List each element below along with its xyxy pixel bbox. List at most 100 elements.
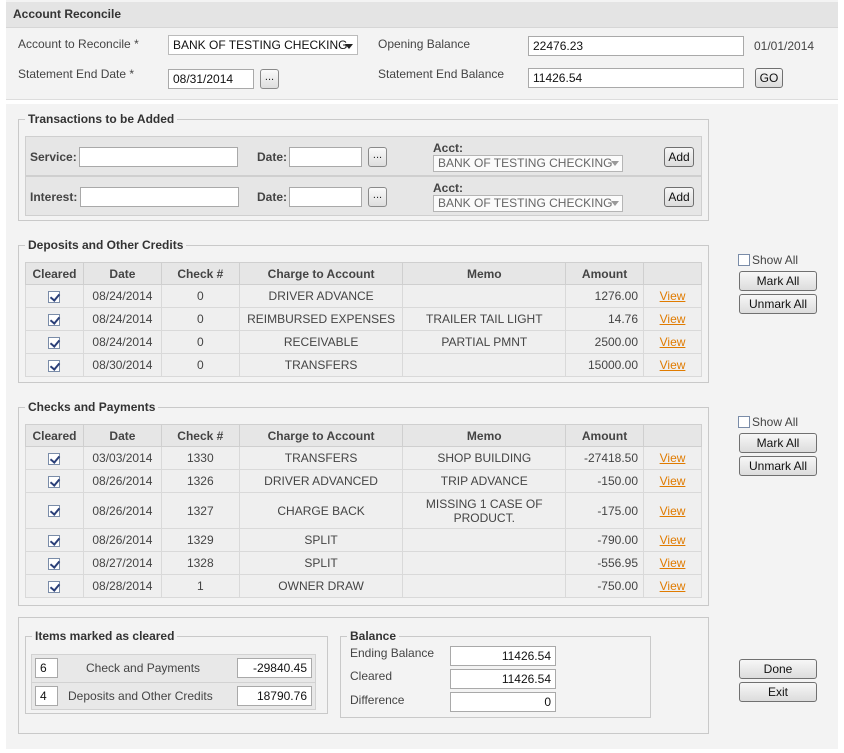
divider (31, 682, 316, 683)
checks-show-all-checkbox[interactable]: Show All (738, 415, 798, 429)
checks-mark-all-button[interactable]: Mark All (739, 433, 817, 453)
opening-balance-label: Opening Balance (378, 37, 471, 51)
column-header (643, 424, 702, 447)
done-button[interactable]: Done (739, 659, 817, 679)
amount-cell: -750.00 (565, 574, 645, 598)
cleared-legend: Items marked as cleared (32, 629, 178, 643)
check-number-cell: 0 (160, 284, 240, 308)
column-header: Date (82, 262, 162, 285)
statement-end-balance-input[interactable]: 11426.54 (528, 68, 744, 88)
date-cell: 08/26/2014 (82, 528, 162, 552)
charge-account-cell: TRANSFERS (238, 446, 404, 470)
table-row: 08/27/2014 1328 SPLIT -556.95 View (25, 551, 702, 575)
account-select-value: BANK OF TESTING CHECKING (173, 38, 348, 52)
service-date-input[interactable] (289, 147, 362, 167)
cleared-checks-total: -29840.45 (237, 658, 312, 678)
add-interest-button[interactable]: Add (664, 187, 694, 207)
deposits-unmark-all-button[interactable]: Unmark All (739, 294, 817, 314)
view-cell: View (643, 492, 702, 529)
view-link[interactable]: View (660, 289, 686, 303)
deposits-mark-all-button[interactable]: Mark All (739, 271, 817, 291)
service-input[interactable] (79, 147, 238, 167)
service-acct-label: Acct: (433, 141, 464, 155)
service-date-picker-button[interactable]: ... (368, 147, 387, 167)
cleared-cell (25, 446, 84, 470)
cleared-checkbox[interactable] (48, 505, 61, 518)
view-link[interactable]: View (660, 474, 686, 488)
cleared-checks-count: 6 (35, 658, 58, 678)
check-number-cell: 1330 (160, 446, 240, 470)
deposits-table: Cleared Date Check # Charge to Account Memo A… (25, 262, 702, 377)
end-date-picker-button[interactable]: ... (260, 69, 279, 89)
interest-date-input[interactable] (289, 187, 362, 207)
cleared-checks-label: Check and Payments (86, 661, 201, 675)
view-link[interactable]: View (660, 556, 686, 570)
cleared-checkbox[interactable] (48, 359, 61, 372)
column-header (643, 262, 702, 285)
table-row: 03/03/2014 1330 TRANSFERS SHOP BUILDING -274… (25, 446, 702, 470)
view-link[interactable]: View (660, 312, 686, 326)
amount-cell: -790.00 (565, 528, 645, 552)
service-label: Service: (30, 150, 77, 164)
cleared-cell (25, 307, 84, 331)
view-link[interactable]: View (660, 451, 686, 465)
cleared-cell (25, 353, 84, 377)
memo-cell: SHOP BUILDING (402, 446, 567, 470)
checkbox[interactable] (738, 416, 750, 428)
cleared-checkbox[interactable] (48, 557, 61, 570)
checks-unmark-all-button[interactable]: Unmark All (739, 456, 817, 476)
ending-balance-label: Ending Balance (350, 646, 435, 660)
view-link[interactable]: View (660, 358, 686, 372)
interest-date-picker-button[interactable]: ... (368, 187, 387, 207)
interest-date-label: Date: (257, 190, 288, 204)
service-acct-select-value: BANK OF TESTING CHECKING (438, 156, 613, 170)
table-row: 08/30/2014 0 TRANSFERS 15000.00 View (25, 353, 702, 377)
chevron-down-icon (345, 44, 353, 49)
cleared-cell (25, 492, 84, 529)
account-select[interactable]: BANK OF TESTING CHECKING (168, 35, 358, 55)
cleared-checkbox[interactable] (48, 313, 61, 326)
cleared-deposits-count: 4 (35, 686, 58, 706)
column-header: Date (82, 424, 162, 447)
amount-cell: -556.95 (565, 551, 645, 575)
deposits-show-all-checkbox[interactable]: Show All (738, 253, 798, 267)
view-link[interactable]: View (660, 533, 686, 547)
cleared-checkbox[interactable] (48, 336, 61, 349)
cleared-checkbox[interactable] (48, 290, 61, 303)
cleared-checkbox[interactable] (48, 534, 61, 547)
view-link[interactable]: View (660, 335, 686, 349)
add-service-button[interactable]: Add (664, 147, 694, 167)
cleared-deposits-label: Deposits and Other Credits (68, 689, 213, 703)
show-all-label: Show All (752, 253, 799, 267)
column-header: Check # (160, 424, 240, 447)
amount-cell: 15000.00 (565, 353, 645, 377)
amount-cell: 1276.00 (565, 284, 645, 308)
charge-account-cell: TRANSFERS (238, 353, 404, 377)
end-date-input[interactable]: 08/31/2014 (168, 69, 254, 89)
table-row: 08/24/2014 0 DRIVER ADVANCE 1276.00 View (25, 284, 702, 308)
interest-input[interactable] (80, 187, 239, 207)
amount-cell: 14.76 (565, 307, 645, 331)
date-cell: 08/24/2014 (82, 307, 162, 331)
title-bar: Account Reconcile (6, 2, 838, 28)
view-cell: View (643, 284, 702, 308)
go-button[interactable]: GO (755, 68, 783, 88)
cleared-checkbox[interactable] (48, 580, 61, 593)
cleared-checkbox[interactable] (48, 475, 61, 488)
date-cell: 08/26/2014 (82, 492, 162, 529)
check-number-cell: 1327 (160, 492, 240, 529)
service-acct-select[interactable]: BANK OF TESTING CHECKING (433, 155, 623, 172)
column-header: Charge to Account (238, 262, 404, 285)
cleared-checkbox[interactable] (48, 452, 61, 465)
charge-account-cell: DRIVER ADVANCE (238, 284, 404, 308)
date-cell: 08/26/2014 (82, 469, 162, 493)
checkbox[interactable] (738, 254, 750, 266)
exit-button[interactable]: Exit (739, 682, 817, 702)
view-cell: View (643, 307, 702, 331)
view-link[interactable]: View (660, 504, 686, 518)
cleared-cell (25, 330, 84, 354)
view-link[interactable]: View (660, 579, 686, 593)
column-header: Amount (565, 262, 645, 285)
interest-acct-select[interactable]: BANK OF TESTING CHECKING (433, 195, 623, 212)
opening-balance-input[interactable]: 22476.23 (528, 36, 744, 56)
